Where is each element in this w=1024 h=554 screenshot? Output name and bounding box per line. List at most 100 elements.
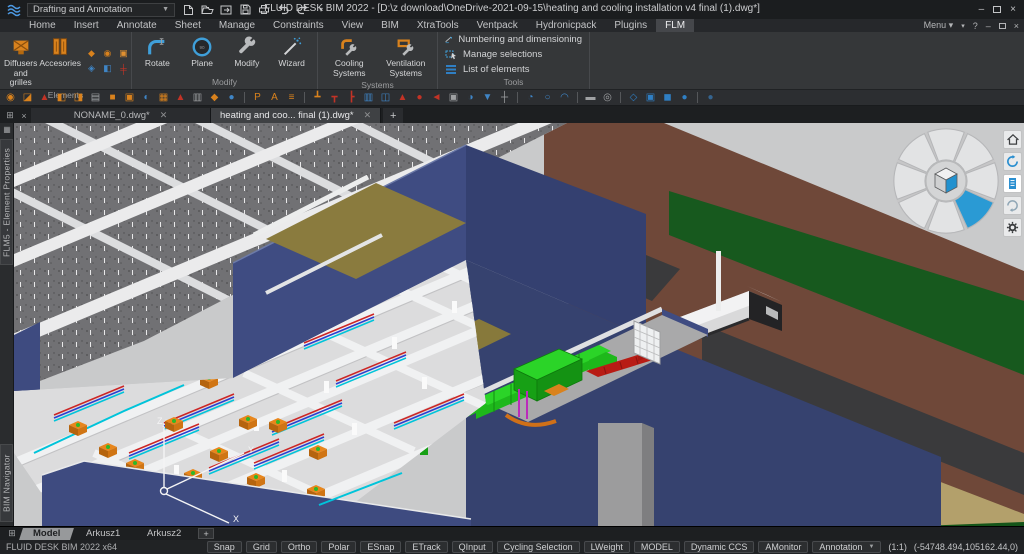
drawing-viewport[interactable]: Z Y X: [14, 123, 1024, 526]
status-toggle[interactable]: AMonitor: [758, 541, 808, 553]
toolbar-icon[interactable]: ▦: [157, 91, 170, 104]
status-toggle[interactable]: Polar: [321, 541, 356, 553]
list-of-elements-button[interactable]: List of elements: [442, 62, 585, 76]
status-toggle[interactable]: ESnap: [360, 541, 401, 553]
toolbar-icon[interactable]: ◉: [4, 91, 17, 104]
document-tab-noname[interactable]: NONAME_0.dwg*✕: [31, 108, 211, 123]
ribbon-tab[interactable]: Constraints: [264, 19, 333, 32]
layout-tab[interactable]: Arkusz1: [73, 528, 135, 540]
manage-selections-button[interactable]: Manage selections: [442, 47, 585, 61]
rotate-button[interactable]: Rotate: [135, 34, 180, 76]
zoom-extents-button[interactable]: [1003, 196, 1022, 215]
ribbon-tab[interactable]: Manage: [210, 19, 264, 32]
status-toggle[interactable]: LWeight: [584, 541, 630, 553]
toolbar-icon[interactable]: ▲: [38, 91, 51, 104]
toolbar-icon[interactable]: [577, 92, 578, 103]
toolbar-icon[interactable]: ◆: [208, 91, 221, 104]
status-toggle[interactable]: Cycling Selection: [497, 541, 580, 553]
layout-list-icon[interactable]: ⊞: [4, 528, 20, 539]
tab-list-icon[interactable]: ⊞: [3, 108, 17, 123]
wizard-button[interactable]: Wizard: [269, 34, 314, 76]
toolbar-icon[interactable]: ▲: [174, 91, 187, 104]
toolbar-icon[interactable]: ◼: [661, 91, 674, 104]
cooling-systems-button[interactable]: Cooling Systems: [321, 34, 378, 79]
toolbar-icon[interactable]: ┼: [498, 91, 511, 104]
toolbar-icon[interactable]: ◫: [379, 91, 392, 104]
ribbon-tab[interactable]: FLM: [656, 19, 694, 32]
toolbar-icon[interactable]: ◠: [558, 91, 571, 104]
orbit-button[interactable]: [1003, 152, 1022, 171]
toolbar-icon[interactable]: [620, 92, 621, 103]
ribbon-tab[interactable]: Plugins: [605, 19, 656, 32]
import-button[interactable]: [218, 3, 234, 17]
panel-toggle-chevron[interactable]: ▾: [961, 22, 965, 30]
menu-dropdown[interactable]: Menu ▾: [924, 20, 954, 31]
help-button[interactable]: ?: [973, 21, 978, 31]
accesories-button[interactable]: Accesories: [38, 34, 82, 89]
doc-restore-button[interactable]: [999, 23, 1006, 29]
ribbon-tab[interactable]: Hydronicpack: [527, 19, 606, 32]
palette-icon[interactable]: ▦: [1, 125, 13, 134]
ribbon-tab[interactable]: Insert: [65, 19, 108, 32]
toolbar-icon[interactable]: ≡: [285, 91, 298, 104]
toolbar-icon[interactable]: ◔: [524, 91, 537, 104]
toolbar-icon[interactable]: A: [268, 91, 281, 104]
ribbon-tab[interactable]: Annotate: [108, 19, 166, 32]
toolbar-icon[interactable]: ◄: [430, 91, 443, 104]
ribbon-tab[interactable]: Home: [20, 19, 65, 32]
tab-close-all-icon[interactable]: ×: [17, 108, 31, 123]
new-file-button[interactable]: [180, 3, 196, 17]
toolbar-icon[interactable]: ●: [704, 91, 717, 104]
toolbar-icon[interactable]: ◑: [464, 91, 477, 104]
diffusers-and-grilles-button[interactable]: Diffusers and grilles: [3, 34, 38, 89]
toolbar-icon[interactable]: ▣: [447, 91, 460, 104]
toolbar-icon[interactable]: ◨: [72, 91, 85, 104]
app-logo-icon[interactable]: [5, 2, 22, 17]
element-tool-icon[interactable]: ◧: [100, 62, 115, 76]
gear-icon[interactable]: [1003, 218, 1022, 237]
open-file-button[interactable]: [199, 3, 215, 17]
annotation-dropdown[interactable]: Annotation▼: [812, 541, 881, 553]
element-properties-panel-tab[interactable]: FLM5 - Element Properties: [0, 139, 13, 265]
element-tool-icon[interactable]: ◆: [84, 47, 99, 61]
toolbar-icon[interactable]: ▥: [191, 91, 204, 104]
doc-minimize-button[interactable]: –: [986, 21, 991, 31]
toolbar-icon[interactable]: ▥: [362, 91, 375, 104]
toolbar-icon[interactable]: [517, 92, 518, 103]
close-icon[interactable]: ✕: [364, 110, 372, 121]
status-toggle[interactable]: Snap: [207, 541, 242, 553]
toolbar-icon[interactable]: ◇: [627, 91, 640, 104]
pan-button[interactable]: [1003, 174, 1022, 193]
bim-navigator-panel-tab[interactable]: BIM Navigator: [0, 444, 13, 522]
status-toggle[interactable]: ETrack: [405, 541, 447, 553]
close-icon[interactable]: ✕: [160, 110, 168, 121]
toolbar-icon[interactable]: ▤: [89, 91, 102, 104]
toolbar-icon[interactable]: ┣: [345, 91, 358, 104]
element-tool-icon[interactable]: ╪: [116, 62, 131, 76]
status-toggle[interactable]: Dynamic CCS: [684, 541, 755, 553]
toolbar-icon[interactable]: ┻: [311, 91, 324, 104]
plane-button[interactable]: 90 Plane: [180, 34, 225, 76]
workspace-selector[interactable]: Drafting and Annotation ▼: [27, 3, 175, 17]
status-toggle[interactable]: Grid: [246, 541, 277, 553]
status-toggle[interactable]: QInput: [452, 541, 493, 553]
layout-tab[interactable]: Arkusz2: [133, 528, 195, 540]
toolbar-icon[interactable]: [697, 92, 698, 103]
toolbar-icon[interactable]: ●: [413, 91, 426, 104]
restore-button[interactable]: [993, 6, 1001, 13]
toolbar-icon[interactable]: ○: [541, 91, 554, 104]
element-tool-icon[interactable]: ▣: [116, 47, 131, 61]
numbering-and-dimensioning-button[interactable]: Numbering and dimensioning: [442, 32, 585, 46]
ribbon-tab[interactable]: Sheet: [166, 19, 210, 32]
toolbar-icon[interactable]: [244, 92, 245, 103]
toolbar-icon[interactable]: ■: [106, 91, 119, 104]
toolbar-icon[interactable]: ◪: [21, 91, 34, 104]
toolbar-icon[interactable]: ●: [225, 91, 238, 104]
layout-tab[interactable]: Model: [19, 528, 74, 540]
toolbar-icon[interactable]: ◎: [601, 91, 614, 104]
toolbar-icon[interactable]: ◐: [140, 91, 153, 104]
toolbar-icon[interactable]: ▣: [644, 91, 657, 104]
new-layout-button[interactable]: +: [198, 528, 214, 539]
toolbar-icon[interactable]: ●: [678, 91, 691, 104]
element-tool-icon[interactable]: ◉: [100, 47, 115, 61]
